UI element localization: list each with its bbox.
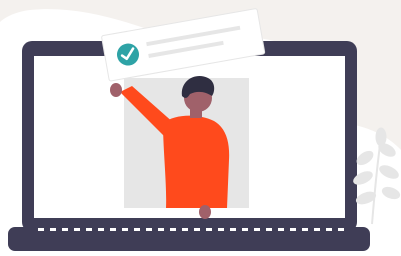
illustration bbox=[0, 0, 401, 256]
person-torso bbox=[163, 115, 230, 208]
laptop-illustration bbox=[0, 0, 401, 251]
person-raised-hand bbox=[110, 83, 122, 97]
person-lower-hand bbox=[199, 205, 211, 219]
